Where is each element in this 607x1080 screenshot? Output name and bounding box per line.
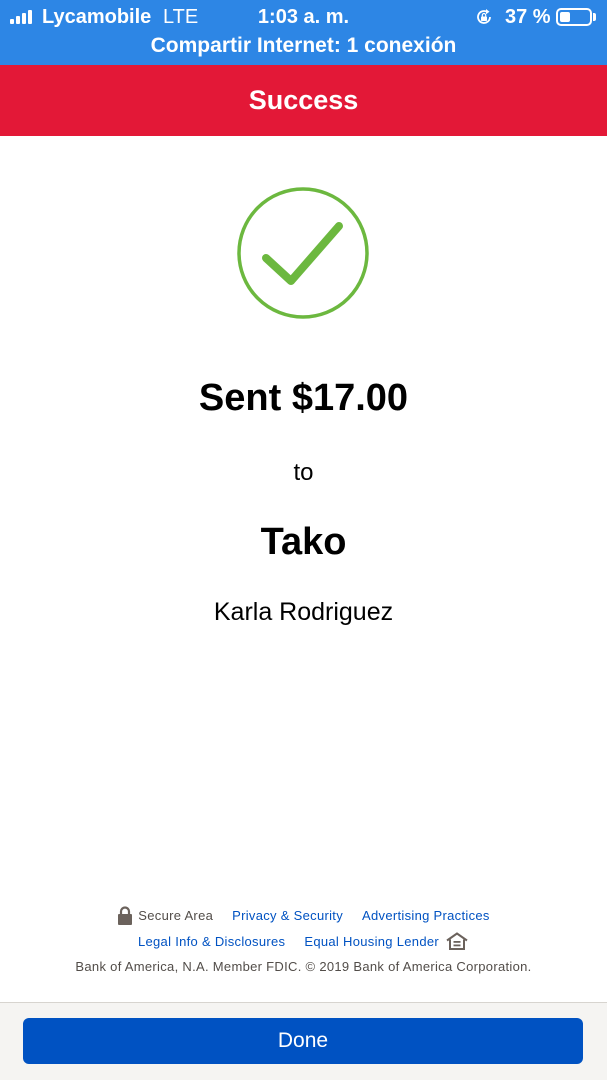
footer-links-row-1: Secure Area Privacy & Security Advertisi…: [0, 906, 607, 925]
privacy-security-link[interactable]: Privacy & Security: [232, 908, 343, 923]
status-row: Lycamobile LTE 1:03 a. m. 37 %: [0, 0, 607, 34]
page-header: Success: [0, 65, 607, 136]
sent-amount: Sent $17.00: [198, 377, 409, 419]
copyright-text: Bank of America, N.A. Member FDIC. © 201…: [75, 959, 532, 974]
page-title: Success: [248, 85, 359, 115]
equal-housing-link[interactable]: Equal Housing Lender: [304, 934, 439, 949]
screen: Lycamobile LTE 1:03 a. m. 37 % Compartir…: [0, 0, 607, 1080]
advertising-practices-link[interactable]: Advertising Practices: [362, 908, 490, 923]
recipient-full-name: Karla Rodriguez: [213, 598, 394, 626]
padlock-icon: [118, 906, 133, 925]
secure-area-label: Secure Area: [138, 908, 214, 923]
status-bar: Lycamobile LTE 1:03 a. m. 37 % Compartir…: [0, 0, 607, 65]
battery-percent: 37 %: [505, 6, 551, 28]
equal-housing-icon: [446, 932, 468, 950]
done-button[interactable]: Done: [23, 1018, 583, 1064]
battery-icon: [556, 8, 592, 26]
battery-fill: [560, 12, 570, 22]
legal-info-link[interactable]: Legal Info & Disclosures: [138, 934, 285, 949]
battery-tip: [593, 13, 596, 21]
checkmark-circle-icon: [237, 187, 369, 319]
rotation-lock-icon: [477, 9, 491, 24]
to-label: to: [293, 459, 314, 486]
recipient-name: Tako: [260, 521, 347, 563]
footer-links-row-2: Legal Info & Disclosures Equal Housing L…: [0, 932, 607, 950]
hotspot-banner[interactable]: Compartir Internet: 1 conexión: [0, 34, 607, 62]
